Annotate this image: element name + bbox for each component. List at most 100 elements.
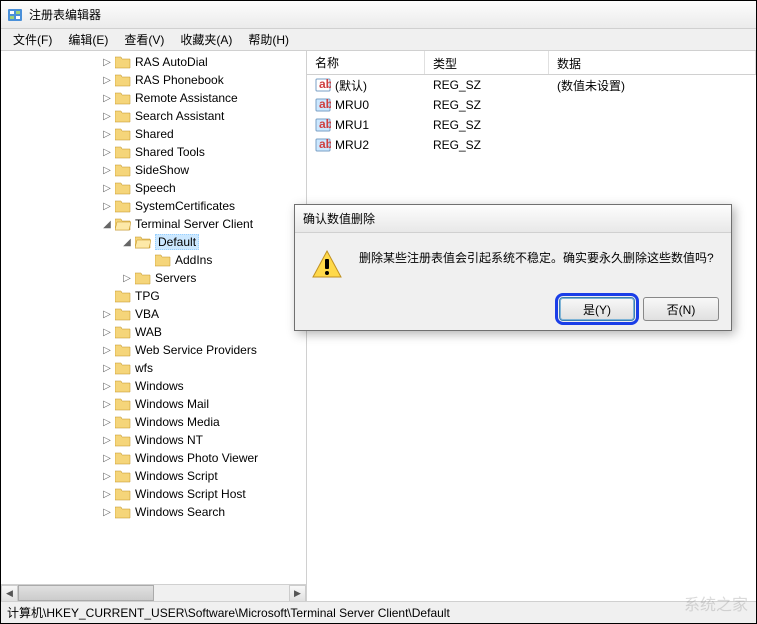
scroll-track[interactable] xyxy=(18,585,289,601)
menu-file[interactable]: 文件(F) xyxy=(5,29,60,50)
tree-node[interactable]: ▷ Windows Search xyxy=(1,503,306,521)
tree-node[interactable]: ▷ Search Assistant xyxy=(1,107,306,125)
tree-node[interactable]: ▷ VBA xyxy=(1,305,306,323)
tree-node[interactable]: ▷ SystemCertificates xyxy=(1,197,306,215)
tree-toggle-icon[interactable]: ▷ xyxy=(121,272,133,284)
tree-toggle-icon[interactable]: ▷ xyxy=(101,200,113,212)
tree-node[interactable]: TPG xyxy=(1,287,306,305)
tree-node[interactable]: ▷ RAS Phonebook xyxy=(1,71,306,89)
value-row[interactable]: ab (默认) REG_SZ (数值未设置) xyxy=(307,75,756,95)
tree-toggle-icon[interactable]: ▷ xyxy=(101,92,113,104)
tree-toggle-icon[interactable]: ▷ xyxy=(101,128,113,140)
tree-node[interactable]: ▷ RAS AutoDial xyxy=(1,53,306,71)
header-type[interactable]: 类型 xyxy=(425,51,549,74)
scroll-thumb[interactable] xyxy=(18,585,154,601)
tree-node[interactable]: ▷ Windows Script Host xyxy=(1,485,306,503)
tree-toggle-icon[interactable]: ▷ xyxy=(101,146,113,158)
tree-toggle-icon[interactable]: ▷ xyxy=(101,470,113,482)
value-type-cell: REG_SZ xyxy=(425,136,549,154)
tree-toggle-icon[interactable]: ▷ xyxy=(101,416,113,428)
tree-label: RAS Phonebook xyxy=(135,73,224,87)
tree-node[interactable]: ▷ Windows Media xyxy=(1,413,306,431)
value-name-cell: ab (默认) xyxy=(307,75,425,96)
svg-text:ab: ab xyxy=(319,137,331,151)
tree-label: Speech xyxy=(135,181,176,195)
tree-toggle-icon[interactable]: ▷ xyxy=(101,110,113,122)
tree-node[interactable]: ▷ SideShow xyxy=(1,161,306,179)
value-type-cell: REG_SZ xyxy=(425,96,549,114)
tree-label: Shared xyxy=(135,127,174,141)
tree-label: Shared Tools xyxy=(135,145,205,159)
tree-node[interactable]: ▷ Remote Assistance xyxy=(1,89,306,107)
tree-toggle-icon[interactable]: ▷ xyxy=(101,326,113,338)
value-row[interactable]: ab MRU1 REG_SZ xyxy=(307,115,756,135)
dialog-message: 删除某些注册表值会引起系统不稳定。确实要永久删除这些数值吗? xyxy=(359,249,714,268)
tree-label: SideShow xyxy=(135,163,189,177)
tree-node[interactable]: ▷ Shared Tools xyxy=(1,143,306,161)
tree-label: Windows Search xyxy=(135,505,225,519)
tree-toggle-icon[interactable]: ▷ xyxy=(101,398,113,410)
tree-node[interactable]: ▷ Speech xyxy=(1,179,306,197)
tree-label: wfs xyxy=(135,361,153,375)
scroll-right-button[interactable]: ▶ xyxy=(289,585,306,601)
tree-node[interactable]: ▷ Servers xyxy=(1,269,306,287)
value-row[interactable]: ab MRU0 REG_SZ xyxy=(307,95,756,115)
tree-panel[interactable]: ▷ RAS AutoDial▷ RAS Phonebook▷ Remote As… xyxy=(1,51,307,601)
tree-label: SystemCertificates xyxy=(135,199,235,213)
value-data-cell xyxy=(549,103,756,107)
tree-node[interactable]: ▷ wfs xyxy=(1,359,306,377)
tree-toggle-icon[interactable]: ▷ xyxy=(101,308,113,320)
tree-toggle-icon[interactable]: ▷ xyxy=(101,488,113,500)
tree-node[interactable]: ◢ Default xyxy=(1,233,306,251)
tree-toggle-icon[interactable]: ▷ xyxy=(101,452,113,464)
tree-toggle-icon[interactable]: ▷ xyxy=(101,506,113,518)
svg-text:ab: ab xyxy=(319,77,331,91)
tree-toggle-icon[interactable]: ▷ xyxy=(101,434,113,446)
tree-node[interactable]: ▷ Windows Mail xyxy=(1,395,306,413)
warning-icon xyxy=(311,249,343,281)
tree-label: WAB xyxy=(135,325,162,339)
registry-tree: ▷ RAS AutoDial▷ RAS Phonebook▷ Remote As… xyxy=(1,51,306,523)
menu-view[interactable]: 查看(V) xyxy=(116,29,172,50)
menu-edit[interactable]: 编辑(E) xyxy=(60,29,116,50)
tree-node[interactable]: ▷ Web Service Providers xyxy=(1,341,306,359)
tree-toggle-icon[interactable]: ▷ xyxy=(101,344,113,356)
tree-label: VBA xyxy=(135,307,159,321)
tree-node[interactable]: ▷ Shared xyxy=(1,125,306,143)
value-row[interactable]: ab MRU2 REG_SZ xyxy=(307,135,756,155)
dialog-title[interactable]: 确认数值删除 xyxy=(295,205,731,233)
tree-toggle-icon[interactable]: ▷ xyxy=(101,74,113,86)
tree-node[interactable]: ▷ WAB xyxy=(1,323,306,341)
menu-favorites[interactable]: 收藏夹(A) xyxy=(172,29,240,50)
header-data[interactable]: 数据 xyxy=(549,51,756,74)
list-rows: ab (默认) REG_SZ (数值未设置) ab MRU0 REG_SZ ab… xyxy=(307,75,756,155)
tree-toggle-icon[interactable]: ▷ xyxy=(101,380,113,392)
tree-node[interactable]: ▷ Windows Photo Viewer xyxy=(1,449,306,467)
tree-node[interactable]: AddIns xyxy=(1,251,306,269)
header-name[interactable]: 名称 xyxy=(307,51,425,74)
dialog-buttons: 是(Y) 否(N) xyxy=(295,297,731,333)
tree-toggle-icon[interactable]: ◢ xyxy=(101,218,113,230)
value-data-cell xyxy=(549,143,756,147)
tree-node[interactable]: ▷ Windows Script xyxy=(1,467,306,485)
dialog-body: 删除某些注册表值会引起系统不稳定。确实要永久删除这些数值吗? xyxy=(295,233,731,297)
tree-node[interactable]: ◢ Terminal Server Client xyxy=(1,215,306,233)
tree-label: Windows Script xyxy=(135,469,218,483)
value-type-cell: REG_SZ xyxy=(425,76,549,94)
tree-toggle-icon[interactable]: ▷ xyxy=(101,56,113,68)
tree-toggle-icon[interactable]: ▷ xyxy=(101,182,113,194)
tree-label: AddIns xyxy=(175,253,212,267)
confirm-delete-dialog: 确认数值删除 删除某些注册表值会引起系统不稳定。确实要永久删除这些数值吗? 是(… xyxy=(294,204,732,331)
tree-scrollbar-horizontal[interactable]: ◀ ▶ xyxy=(1,584,306,601)
tree-toggle-icon[interactable]: ◢ xyxy=(121,236,133,248)
yes-button[interactable]: 是(Y) xyxy=(559,297,635,321)
tree-toggle-icon[interactable]: ▷ xyxy=(101,164,113,176)
svg-text:ab: ab xyxy=(319,117,331,131)
value-data-cell: (数值未设置) xyxy=(549,75,756,96)
tree-toggle-icon[interactable]: ▷ xyxy=(101,362,113,374)
tree-node[interactable]: ▷ Windows xyxy=(1,377,306,395)
tree-node[interactable]: ▷ Windows NT xyxy=(1,431,306,449)
menu-help[interactable]: 帮助(H) xyxy=(240,29,297,50)
no-button[interactable]: 否(N) xyxy=(643,297,719,321)
scroll-left-button[interactable]: ◀ xyxy=(1,585,18,601)
